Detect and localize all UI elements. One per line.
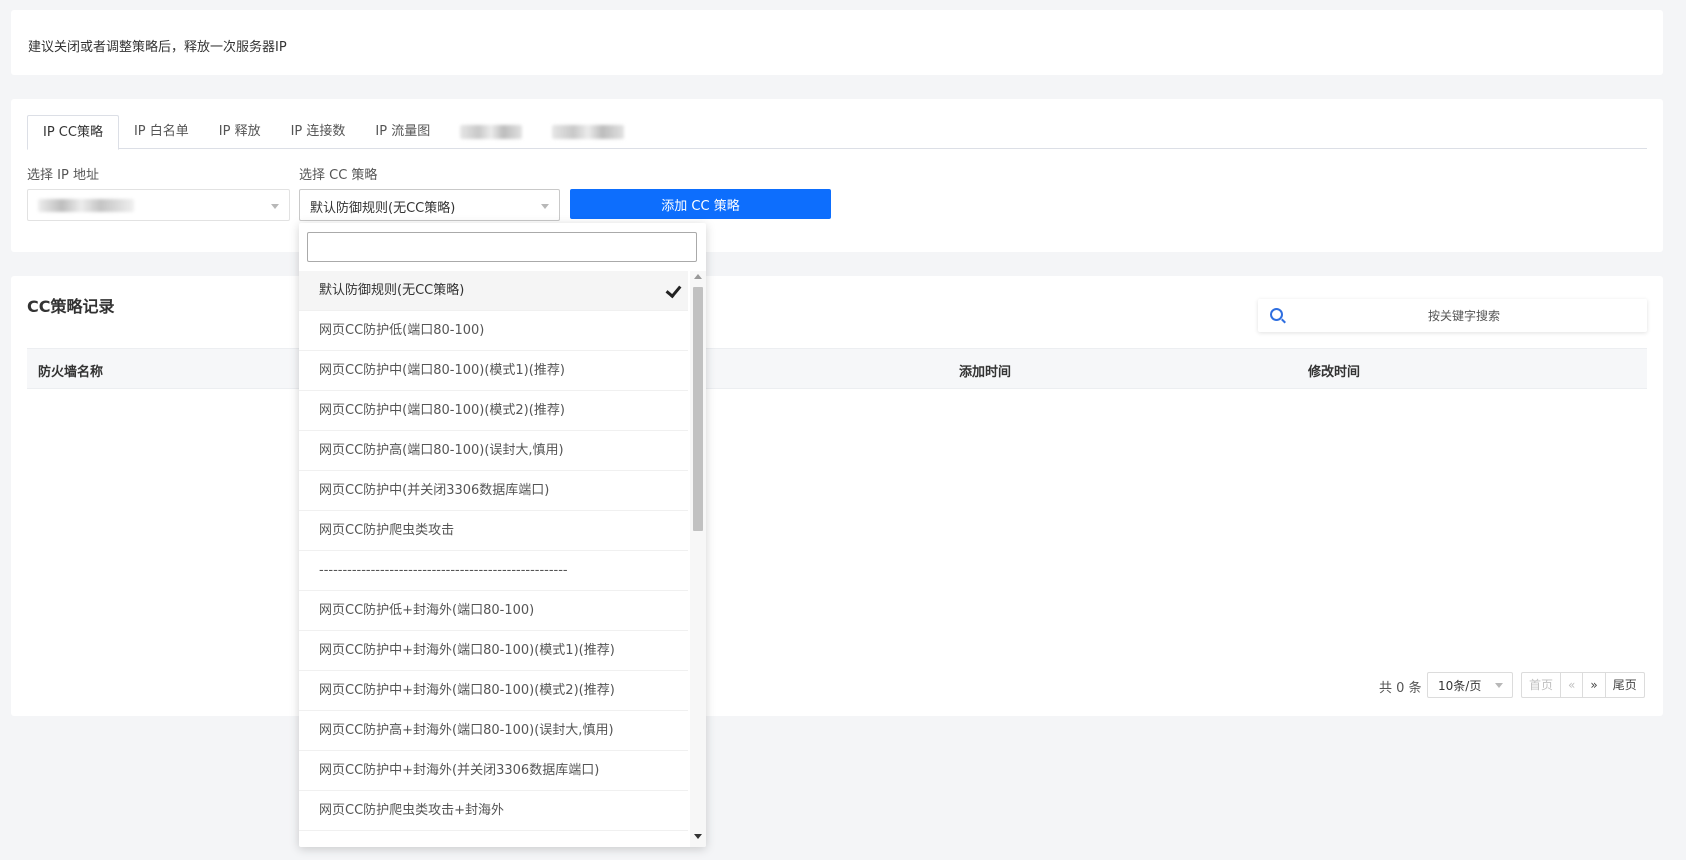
tab-ip-whitelist[interactable]: IP 白名单 [119,115,204,149]
column-header-added-time[interactable]: 添加时间 [959,361,1011,380]
redacted-text [460,125,523,139]
dropdown-option-label: 默认防御规则(无CC策略) [319,283,465,298]
dropdown-option-list: 默认防御规则(无CC策略) 网页CC防护低(端口80-100) 网页CC防护中(… [299,271,688,831]
notice-text: 建议关闭或者调整策略后，释放一次服务器IP [28,40,287,55]
first-page-button[interactable]: 首页 [1522,673,1562,697]
check-icon [665,281,682,299]
ip-select-label: 选择 IP 地址 [27,168,99,183]
records-title: CC策略记录 [27,297,115,316]
cc-policy-dropdown: 默认防御规则(无CC策略) 网页CC防护低(端口80-100) 网页CC防护中(… [299,223,706,847]
cc-policy-selected-value: 默认防御规则(无CC策略) [310,201,456,216]
pagination-controls: 首页 « » 尾页 [1521,672,1645,698]
chevron-down-icon [1495,683,1503,688]
chevron-down-icon [541,204,549,209]
scroll-up-arrow-icon[interactable] [694,274,702,279]
redacted-ip-value [38,199,134,212]
scrollbar-thumb[interactable] [693,287,703,531]
dropdown-option[interactable]: 网页CC防护中+封海外(端口80-100)(模式2)(推荐) [299,671,688,711]
cc-policy-select[interactable]: 默认防御规则(无CC策略) [299,189,560,221]
dropdown-option[interactable]: 网页CC防护中(端口80-100)(模式2)(推荐) [299,391,688,431]
redacted-text [552,125,625,139]
dropdown-option[interactable]: 网页CC防护高+封海外(端口80-100)(误封大,慎用) [299,711,688,751]
search-icon [1270,308,1283,321]
tab-ip-connections[interactable]: IP 连接数 [276,115,361,149]
cc-select-label: 选择 CC 策略 [299,168,378,183]
tab-ip-cc-policy[interactable]: IP CC策略 [27,115,119,150]
column-header-firewall-name[interactable]: 防火墙名称 [38,361,103,380]
keyword-search-input[interactable] [1294,299,1634,332]
ip-address-select[interactable] [27,189,290,221]
dropdown-separator: ----------------------------------------… [299,551,688,591]
page-size-value: 10条/页 [1438,679,1482,693]
dropdown-scrollbar[interactable] [690,271,706,847]
last-page-button[interactable]: 尾页 [1606,673,1644,697]
settings-card: IP CC策略 IP 白名单 IP 释放 IP 连接数 IP 流量图 选择 IP… [11,99,1663,252]
notice-card: 建议关闭或者调整策略后，释放一次服务器IP [11,10,1663,75]
tab-ip-traffic[interactable]: IP 流量图 [360,115,445,149]
dropdown-option[interactable]: 网页CC防护中+封海外(端口80-100)(模式1)(推荐) [299,631,688,671]
tab-bar: IP CC策略 IP 白名单 IP 释放 IP 连接数 IP 流量图 [27,115,1647,150]
dropdown-option[interactable]: 网页CC防护低(端口80-100) [299,311,688,351]
dropdown-option[interactable]: 网页CC防护爬虫类攻击+封海外 [299,791,688,831]
tab-redacted-1[interactable] [445,115,537,149]
dropdown-option[interactable]: 网页CC防护爬虫类攻击 [299,511,688,551]
next-page-button[interactable]: » [1583,673,1606,697]
tab-ip-release[interactable]: IP 释放 [204,115,276,149]
dropdown-option[interactable]: 网页CC防护高(端口80-100)(误封大,慎用) [299,431,688,471]
search-box [1258,299,1647,332]
page-size-select[interactable]: 10条/页 [1427,672,1513,698]
add-cc-policy-button[interactable]: 添加 CC 策略 [570,189,831,219]
chevron-down-icon [271,204,279,209]
pagination-total: 共 0 条 [1379,681,1422,696]
prev-page-button[interactable]: « [1561,673,1584,697]
dropdown-option[interactable]: 网页CC防护低+封海外(端口80-100) [299,591,688,631]
records-card: CC策略记录 防火墙名称 添加时间 修改时间 共 0 条 10条/页 首页 « … [11,276,1663,716]
dropdown-option[interactable]: 网页CC防护中+封海外(并关闭3306数据库端口) [299,751,688,791]
dropdown-option[interactable]: 默认防御规则(无CC策略) [299,271,688,311]
scroll-down-arrow-icon[interactable] [694,834,702,839]
dropdown-option[interactable]: 网页CC防护中(并关闭3306数据库端口) [299,471,688,511]
dropdown-option[interactable]: 网页CC防护中(端口80-100)(模式1)(推荐) [299,351,688,391]
dropdown-search-input[interactable] [307,232,697,262]
table-header: 防火墙名称 添加时间 修改时间 [27,348,1647,389]
tab-redacted-2[interactable] [537,115,639,149]
column-header-modified-time[interactable]: 修改时间 [1308,361,1360,380]
